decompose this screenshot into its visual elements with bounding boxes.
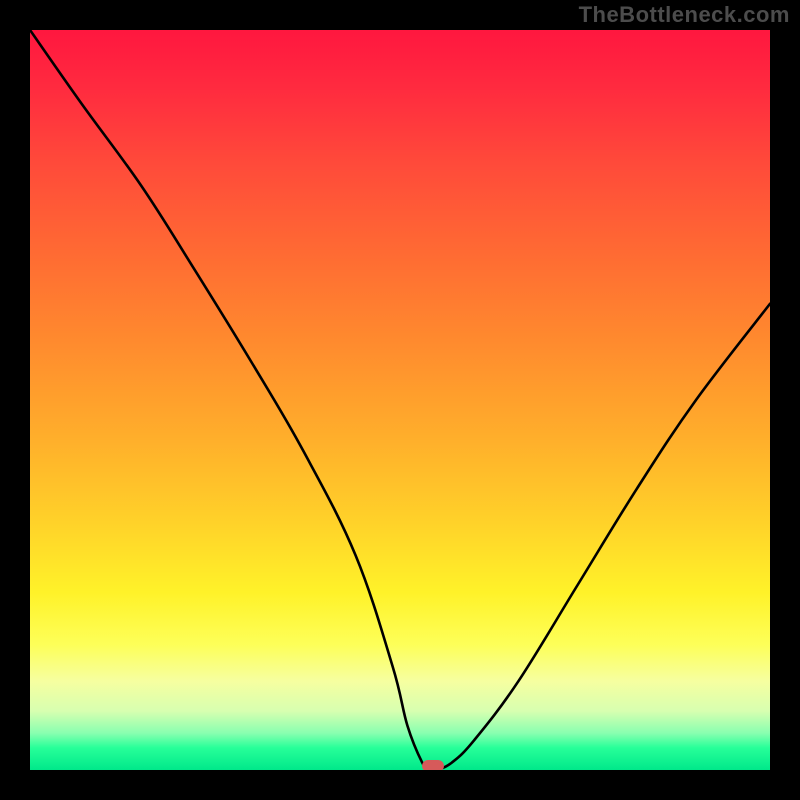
plot-area: [30, 30, 770, 770]
bottleneck-curve: [30, 30, 770, 770]
watermark-text: TheBottleneck.com: [579, 2, 790, 28]
chart-frame: TheBottleneck.com: [0, 0, 800, 800]
optimal-marker: [422, 760, 444, 770]
